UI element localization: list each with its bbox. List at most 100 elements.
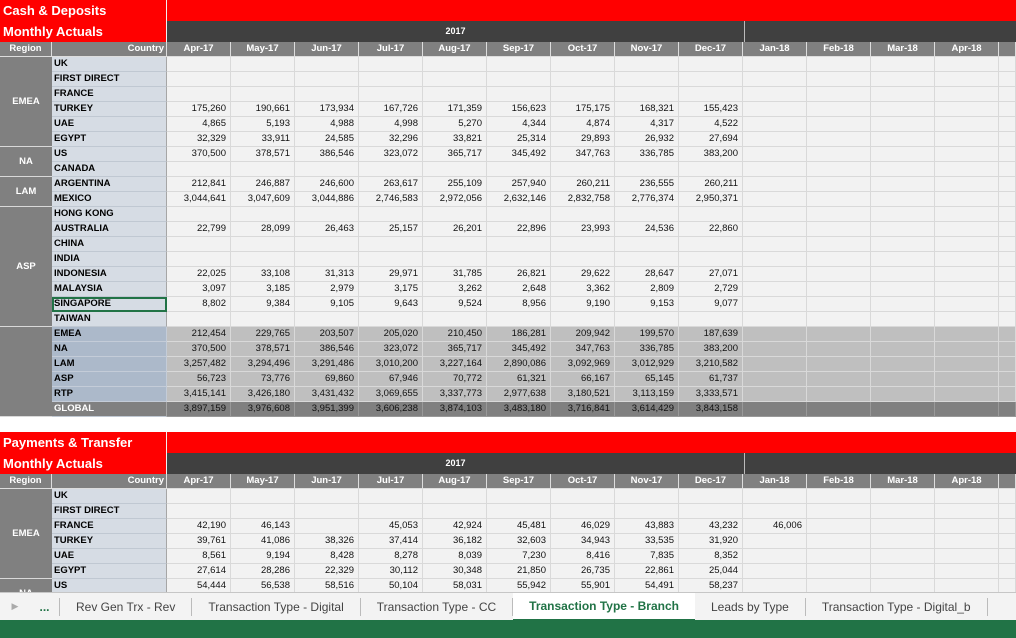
value-cell[interactable]: 54,444 xyxy=(167,579,231,592)
value-cell[interactable] xyxy=(167,162,231,177)
value-cell[interactable] xyxy=(807,402,871,417)
value-cell[interactable] xyxy=(551,252,615,267)
value-cell[interactable]: 46,029 xyxy=(551,519,615,534)
value-cell[interactable] xyxy=(743,237,807,252)
value-cell[interactable] xyxy=(295,237,359,252)
country-cell[interactable]: MALAYSIA xyxy=(52,282,167,297)
value-cell[interactable]: 70,772 xyxy=(423,372,487,387)
value-cell[interactable] xyxy=(551,57,615,72)
country-cell[interactable]: FRANCE xyxy=(52,87,167,102)
value-cell[interactable] xyxy=(935,312,999,327)
value-cell[interactable]: 42,190 xyxy=(167,519,231,534)
value-cell[interactable]: 55,901 xyxy=(551,579,615,592)
value-cell[interactable] xyxy=(807,147,871,162)
value-cell[interactable] xyxy=(935,192,999,207)
value-cell[interactable] xyxy=(999,504,1016,519)
value-cell[interactable]: 33,911 xyxy=(231,132,295,147)
country-cell[interactable]: EMEA xyxy=(52,327,167,342)
value-cell[interactable]: 3,415,141 xyxy=(167,387,231,402)
value-cell[interactable] xyxy=(807,102,871,117)
value-cell[interactable]: 347,763 xyxy=(551,342,615,357)
value-cell[interactable] xyxy=(679,489,743,504)
value-cell[interactable]: 4,522 xyxy=(679,117,743,132)
value-cell[interactable]: 28,647 xyxy=(615,267,679,282)
value-cell[interactable] xyxy=(935,504,999,519)
month-header[interactable]: Jan-18 xyxy=(743,42,807,57)
month-header[interactable]: Mar-18 xyxy=(871,474,935,489)
country-cell[interactable]: UK xyxy=(52,57,167,72)
month-header[interactable]: Aug-17 xyxy=(423,474,487,489)
value-cell[interactable] xyxy=(807,312,871,327)
value-cell[interactable]: 25,314 xyxy=(487,132,551,147)
value-cell[interactable]: 8,428 xyxy=(295,549,359,564)
value-cell[interactable]: 33,535 xyxy=(615,534,679,549)
value-cell[interactable] xyxy=(871,147,935,162)
value-cell[interactable]: 3,291,486 xyxy=(295,357,359,372)
value-cell[interactable] xyxy=(487,72,551,87)
value-cell[interactable]: 3,185 xyxy=(231,282,295,297)
value-cell[interactable]: 246,600 xyxy=(295,177,359,192)
value-cell[interactable] xyxy=(743,72,807,87)
value-cell[interactable]: 3,180,521 xyxy=(551,387,615,402)
value-cell[interactable]: 210,450 xyxy=(423,327,487,342)
value-cell[interactable]: 257,940 xyxy=(487,177,551,192)
value-cell[interactable]: 43,883 xyxy=(615,519,679,534)
value-cell[interactable] xyxy=(871,132,935,147)
country-cell[interactable]: ARGENTINA xyxy=(52,177,167,192)
value-cell[interactable] xyxy=(807,357,871,372)
value-cell[interactable] xyxy=(807,117,871,132)
value-cell[interactable] xyxy=(743,207,807,222)
value-cell[interactable] xyxy=(295,252,359,267)
value-cell[interactable] xyxy=(487,57,551,72)
value-cell[interactable]: 386,546 xyxy=(295,147,359,162)
value-cell[interactable]: 175,260 xyxy=(167,102,231,117)
value-cell[interactable] xyxy=(999,327,1016,342)
value-cell[interactable]: 190,661 xyxy=(231,102,295,117)
value-cell[interactable]: 58,031 xyxy=(423,579,487,592)
country-cell[interactable]: HONG KONG xyxy=(52,207,167,222)
value-cell[interactable] xyxy=(167,312,231,327)
value-cell[interactable]: 26,821 xyxy=(487,267,551,282)
value-cell[interactable]: 2,746,583 xyxy=(359,192,423,207)
value-cell[interactable]: 3,333,571 xyxy=(679,387,743,402)
value-cell[interactable]: 3,113,159 xyxy=(615,387,679,402)
value-cell[interactable]: 5,270 xyxy=(423,117,487,132)
value-cell[interactable] xyxy=(423,237,487,252)
country-cell[interactable]: FIRST DIRECT xyxy=(52,504,167,519)
value-cell[interactable] xyxy=(999,192,1016,207)
value-cell[interactable] xyxy=(935,564,999,579)
value-cell[interactable]: 378,571 xyxy=(231,342,295,357)
value-cell[interactable] xyxy=(167,207,231,222)
value-cell[interactable] xyxy=(487,87,551,102)
country-cell[interactable]: AUSTRALIA xyxy=(52,222,167,237)
value-cell[interactable] xyxy=(807,549,871,564)
value-cell[interactable] xyxy=(999,297,1016,312)
value-cell[interactable]: 9,105 xyxy=(295,297,359,312)
value-cell[interactable]: 167,726 xyxy=(359,102,423,117)
value-cell[interactable] xyxy=(167,87,231,102)
value-cell[interactable]: 45,481 xyxy=(487,519,551,534)
country-cell[interactable]: UAE xyxy=(52,549,167,564)
value-cell[interactable] xyxy=(487,162,551,177)
month-header[interactable]: Apr-18 xyxy=(935,42,999,57)
value-cell[interactable] xyxy=(807,252,871,267)
value-cell[interactable]: 2,832,758 xyxy=(551,192,615,207)
value-cell[interactable] xyxy=(871,297,935,312)
value-cell[interactable]: 56,538 xyxy=(231,579,295,592)
value-cell[interactable]: 8,561 xyxy=(167,549,231,564)
value-cell[interactable] xyxy=(295,312,359,327)
value-cell[interactable]: 30,112 xyxy=(359,564,423,579)
value-cell[interactable]: 9,384 xyxy=(231,297,295,312)
value-cell[interactable]: 22,896 xyxy=(487,222,551,237)
value-cell[interactable]: 203,507 xyxy=(295,327,359,342)
value-cell[interactable]: 4,865 xyxy=(167,117,231,132)
value-cell[interactable] xyxy=(551,207,615,222)
value-cell[interactable] xyxy=(551,162,615,177)
value-cell[interactable] xyxy=(807,327,871,342)
value-cell[interactable]: 187,639 xyxy=(679,327,743,342)
value-cell[interactable]: 36,182 xyxy=(423,534,487,549)
value-cell[interactable]: 43,232 xyxy=(679,519,743,534)
value-cell[interactable] xyxy=(935,237,999,252)
value-cell[interactable]: 2,809 xyxy=(615,282,679,297)
country-cell[interactable]: EGYPT xyxy=(52,564,167,579)
